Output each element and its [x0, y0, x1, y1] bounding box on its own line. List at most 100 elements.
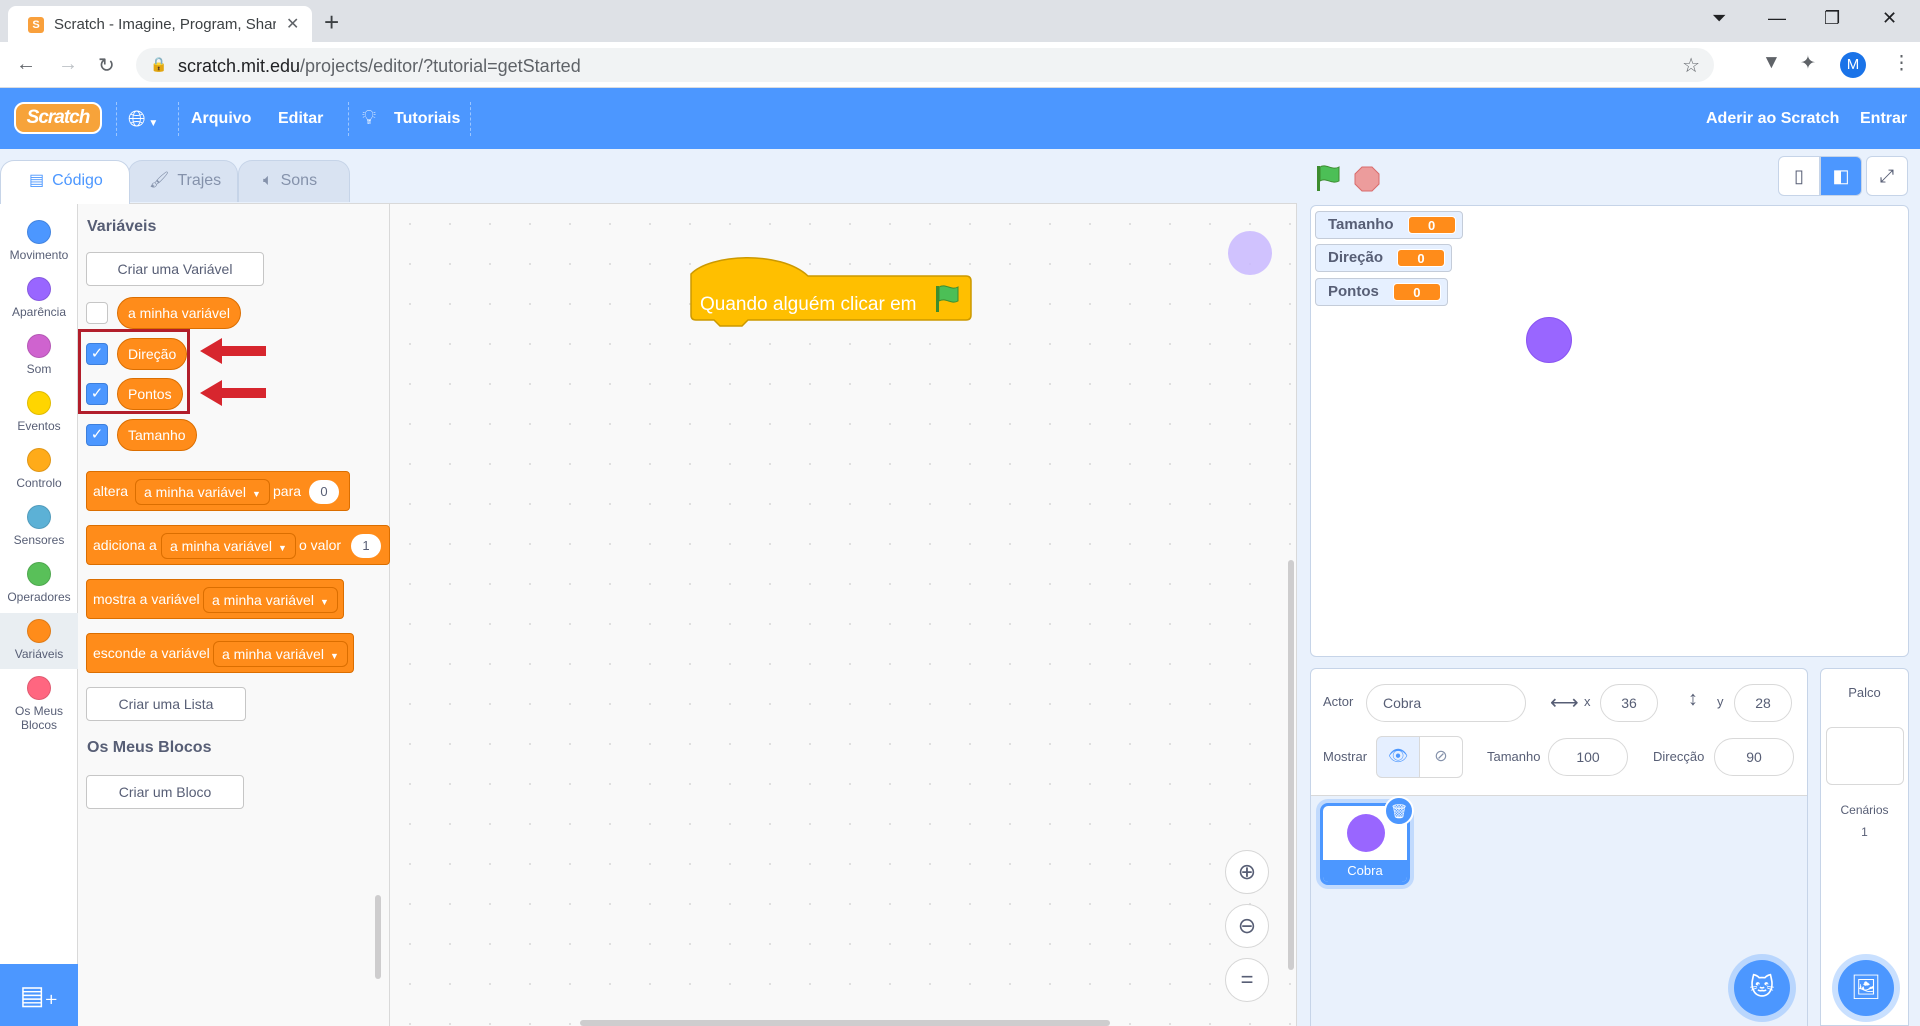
zoom-in-icon: ⊕ — [1237, 859, 1257, 884]
category-events[interactable]: Eventos — [0, 385, 78, 441]
tab-search-icon[interactable]: ⏷ — [1712, 8, 1726, 29]
tab-sounds[interactable]: 🔈︎ Sons — [238, 160, 350, 202]
hide-sprite-button[interactable]: ⊘ — [1419, 736, 1463, 778]
category-variables[interactable]: Variáveis — [0, 613, 78, 669]
tab-costumes[interactable]: 🖌︎ Trajes — [128, 160, 238, 202]
show-variable-block[interactable]: mostra a variável a minha variável ▼ — [86, 579, 344, 619]
script-horizontal-scrollbar[interactable] — [580, 1020, 1110, 1026]
browser-menu-icon[interactable]: ⋮ — [1892, 52, 1911, 75]
menu-edit[interactable]: Editar — [278, 88, 323, 149]
window-close-icon[interactable]: ✕ — [1882, 8, 1897, 29]
extension-filter-icon[interactable]: ▼ — [1762, 52, 1781, 74]
stage-sprite-cobra[interactable] — [1526, 317, 1572, 363]
monitor-tamanho[interactable]: Tamanho 0 — [1315, 211, 1463, 239]
direction-input[interactable]: 90 — [1714, 738, 1794, 776]
green-flag-icon[interactable] — [1314, 164, 1342, 192]
minimize-icon[interactable]: — — [1768, 8, 1786, 29]
sign-in-link[interactable]: Entrar — [1860, 88, 1907, 149]
delete-sprite-button[interactable]: 🗑︎ — [1384, 796, 1414, 826]
block-palette: Variáveis Criar uma Variável a minha var… — [78, 203, 390, 1026]
add-extension-button[interactable]: ▤₊ — [0, 964, 78, 1026]
menu-file[interactable]: Arquivo — [191, 88, 251, 149]
zoom-out-button[interactable]: ⊖ — [1225, 904, 1269, 948]
hide-variable-block[interactable]: esconde a variável a minha variável ▼ — [86, 633, 354, 673]
browser-tab-strip: S Scratch - Imagine, Program, Share ✕ + … — [0, 0, 1920, 42]
category-operators[interactable]: Operadores — [0, 556, 78, 612]
menu-tutorials[interactable]: Tutoriais — [394, 88, 460, 149]
eye-slash-icon: ⊘ — [1434, 748, 1448, 765]
tab-code[interactable]: ▤ Código — [0, 160, 130, 204]
add-backdrop-button[interactable]: 🖼︎ — [1838, 960, 1894, 1016]
category-label: Aparência — [11, 305, 67, 319]
category-control[interactable]: Controlo — [0, 442, 78, 498]
back-icon[interactable]: ← — [16, 53, 36, 76]
reporter-tamanho[interactable]: Tamanho — [117, 419, 197, 451]
dropdown-text: a minha variável — [212, 592, 314, 608]
zoom-in-button[interactable]: ⊕ — [1225, 850, 1269, 894]
join-scratch-link[interactable]: Aderir ao Scratch — [1706, 88, 1839, 149]
reload-icon[interactable]: ↻ — [98, 53, 115, 78]
script-vertical-scrollbar[interactable] — [1288, 560, 1294, 970]
language-globe-icon[interactable]: 🌐︎ ▼ — [128, 88, 158, 149]
reporter-my-variable[interactable]: a minha variável — [117, 297, 241, 329]
monitor-pontos[interactable]: Pontos 0 — [1315, 278, 1448, 306]
tutorials-bulb-icon[interactable]: 💡︎ — [362, 88, 376, 149]
category-sensing[interactable]: Sensores — [0, 499, 78, 555]
size-input[interactable]: 100 — [1548, 738, 1628, 776]
close-tab-icon[interactable]: ✕ — [286, 14, 299, 34]
value-input[interactable]: 0 — [309, 480, 339, 504]
url-field[interactable]: 🔒 scratch.mit.edu/projects/editor/?tutor… — [136, 48, 1714, 82]
variable-dropdown[interactable]: a minha variável ▼ — [203, 587, 338, 613]
variable-dropdown[interactable]: a minha variável ▼ — [135, 479, 270, 505]
category-my-blocks[interactable]: Os Meus Blocos — [0, 670, 78, 734]
hat-block-label: Quando alguém clicar em — [700, 294, 917, 315]
browser-tab-title: Scratch - Imagine, Program, Share — [54, 16, 276, 33]
checkbox-my-variable[interactable] — [86, 302, 108, 324]
fullscreen-button[interactable]: ⤢ — [1866, 156, 1908, 196]
profile-avatar[interactable]: M — [1840, 52, 1866, 78]
category-label: Variáveis — [14, 647, 64, 661]
add-sprite-button[interactable]: 🐱︎ — [1734, 960, 1790, 1016]
dropdown-text: a minha variável — [170, 538, 272, 554]
make-variable-button[interactable]: Criar uma Variável — [86, 252, 264, 286]
category-sound[interactable]: Som — [0, 328, 78, 384]
small-stage-button[interactable]: ▯ — [1778, 156, 1820, 196]
stop-sign-icon[interactable] — [1354, 166, 1380, 192]
set-variable-block[interactable]: altera a minha variável ▼ para 0 — [86, 471, 350, 511]
category-label: Eventos — [17, 419, 61, 433]
show-sprite-button[interactable]: 👁︎ — [1376, 736, 1420, 778]
bookmark-star-icon[interactable]: ☆ — [1682, 53, 1700, 78]
restore-icon[interactable]: ❐ — [1824, 8, 1840, 29]
menu-divider — [116, 102, 117, 136]
sprite-name-input[interactable]: Cobra — [1366, 684, 1526, 722]
category-motion[interactable]: Movimento — [0, 214, 78, 270]
y-input[interactable]: 28 — [1734, 684, 1792, 722]
zoom-reset-button[interactable]: = — [1225, 958, 1269, 1002]
value-input[interactable]: 1 — [351, 534, 381, 558]
make-block-button[interactable]: Criar um Bloco — [86, 775, 244, 809]
category-looks[interactable]: Aparência — [0, 271, 78, 327]
make-list-button[interactable]: Criar uma Lista — [86, 687, 246, 721]
change-variable-block[interactable]: adiciona a a minha variável ▼ o valor 1 — [86, 525, 390, 565]
scratch-logo[interactable]: Scratch — [14, 102, 102, 134]
backdrops-label: Cenários — [1840, 803, 1889, 817]
monitor-value: 0 — [1397, 249, 1446, 268]
variable-dropdown[interactable]: a minha variável ▼ — [161, 533, 296, 559]
category-dot — [27, 391, 51, 415]
browser-tab[interactable]: S Scratch - Imagine, Program, Share ✕ — [8, 6, 312, 42]
backdrop-thumbnail[interactable] — [1826, 727, 1904, 785]
x-input[interactable]: 36 — [1600, 684, 1658, 722]
forward-icon[interactable]: → — [58, 53, 78, 76]
extensions-puzzle-icon[interactable]: ✦ — [1800, 52, 1816, 75]
checkbox-tamanho[interactable]: ✓ — [86, 424, 108, 446]
lock-icon[interactable]: 🔒 — [150, 56, 167, 73]
palette-scrollbar[interactable] — [375, 895, 381, 979]
normal-stage-button[interactable]: ◧ — [1820, 156, 1862, 196]
monitor-label: Direção — [1328, 249, 1384, 266]
stage-canvas[interactable]: Tamanho 0 Direção 0 Pontos 0 — [1310, 205, 1909, 657]
variable-dropdown[interactable]: a minha variável ▼ — [213, 641, 348, 667]
x-label: x — [1584, 694, 1591, 709]
monitor-direcao[interactable]: Direção 0 — [1315, 244, 1453, 272]
trash-icon: 🗑︎ — [1390, 803, 1408, 819]
new-tab-icon[interactable]: + — [324, 7, 339, 38]
